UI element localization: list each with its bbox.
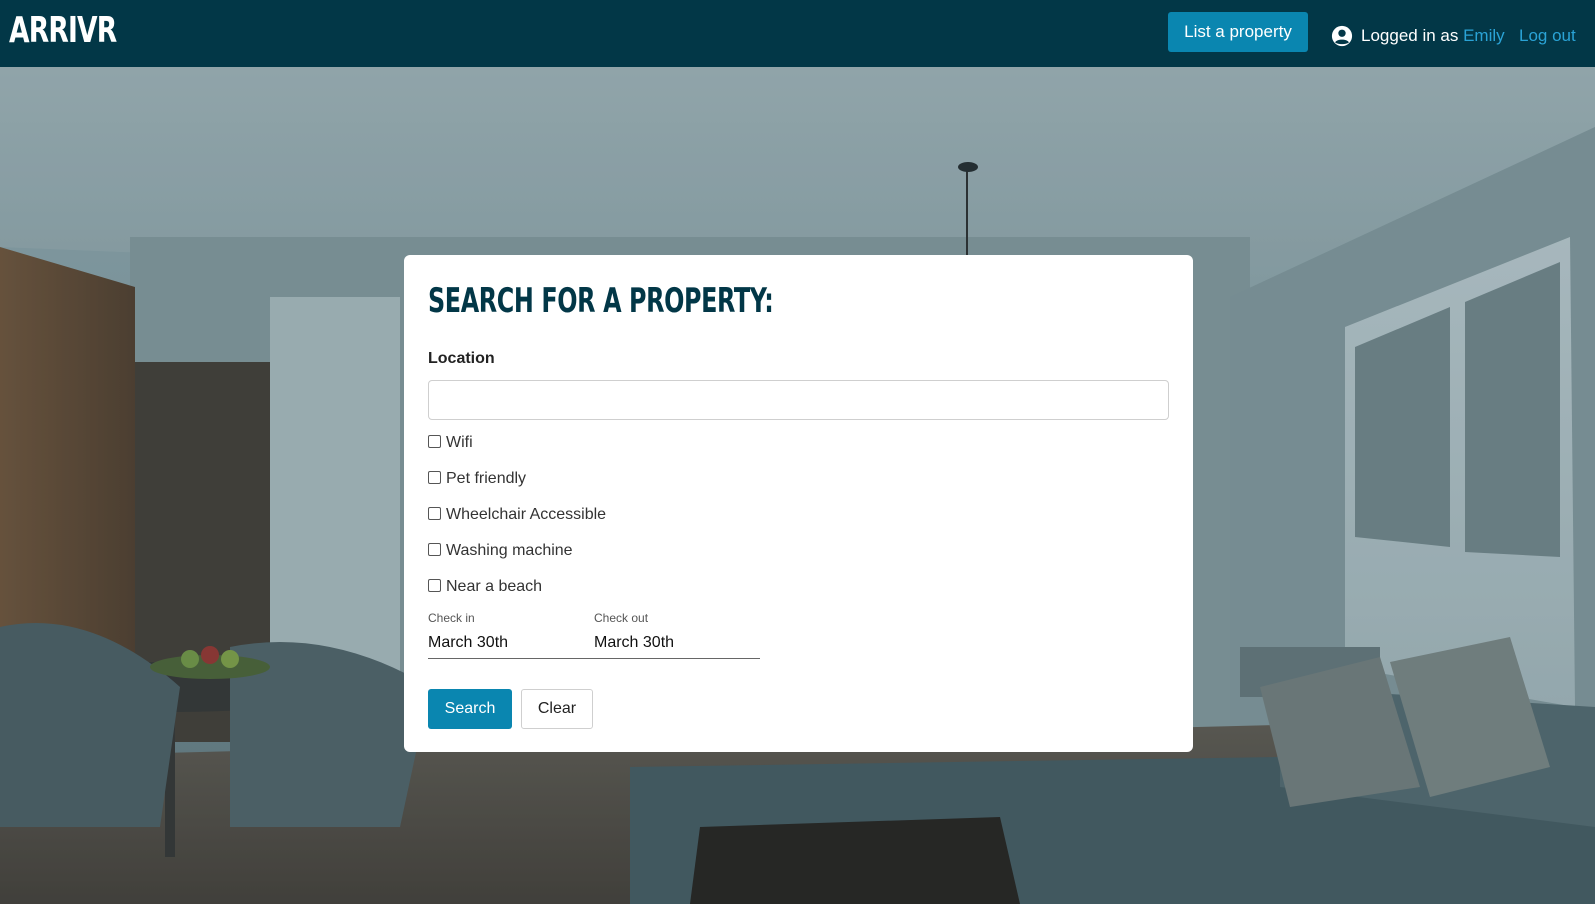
washing-machine-checkbox[interactable] [428,543,441,556]
check-out-value[interactable]: March 30th [594,633,760,653]
near-a-beach-checkbox[interactable] [428,579,441,592]
amenity-label: Wheelchair Accessible [446,506,607,523]
user-circle-icon [1331,25,1353,47]
amenity-wheelchair-accessible[interactable]: Wheelchair Accessible [428,504,606,526]
amenity-wifi[interactable]: Wifi [428,432,473,454]
check-in-label: Check in [428,611,475,625]
list-property-button[interactable]: List a property [1168,12,1308,52]
top-navbar: ARRIVR List a property Logged in as Emil… [0,0,1595,67]
location-input[interactable] [428,380,1169,420]
brand-logo[interactable]: ARRIVR [9,9,117,53]
date-range-underline [428,658,760,659]
clear-button[interactable]: Clear [521,689,593,729]
amenity-washing-machine[interactable]: Washing machine [428,540,573,562]
amenity-label: Near a beach [446,578,543,595]
amenity-label: Pet friendly [446,470,527,487]
check-in-field[interactable]: Check in March 30th [428,611,588,655]
amenity-near-a-beach[interactable]: Near a beach [428,576,542,598]
search-title: Search for a property: [428,281,774,321]
logged-in-status: Logged in as Emily [1361,24,1505,48]
pet-friendly-checkbox[interactable] [428,471,441,484]
username-link[interactable]: Emily [1463,26,1505,45]
search-button[interactable]: Search [428,689,512,729]
amenity-label: Wifi [446,434,473,451]
check-out-label: Check out [594,611,649,625]
logged-in-prefix: Logged in as [1361,26,1464,45]
search-card: Search for a property: Location Wifi Pet… [404,255,1193,752]
amenity-pet-friendly[interactable]: Pet friendly [428,468,526,490]
location-label: Location [428,350,495,367]
wifi-checkbox[interactable] [428,435,441,448]
wheelchair-accessible-checkbox[interactable] [428,507,441,520]
amenity-label: Washing machine [446,542,573,559]
logout-link[interactable]: Log out [1519,24,1576,48]
check-in-value[interactable]: March 30th [428,633,588,653]
check-out-field[interactable]: Check out March 30th [594,611,760,655]
